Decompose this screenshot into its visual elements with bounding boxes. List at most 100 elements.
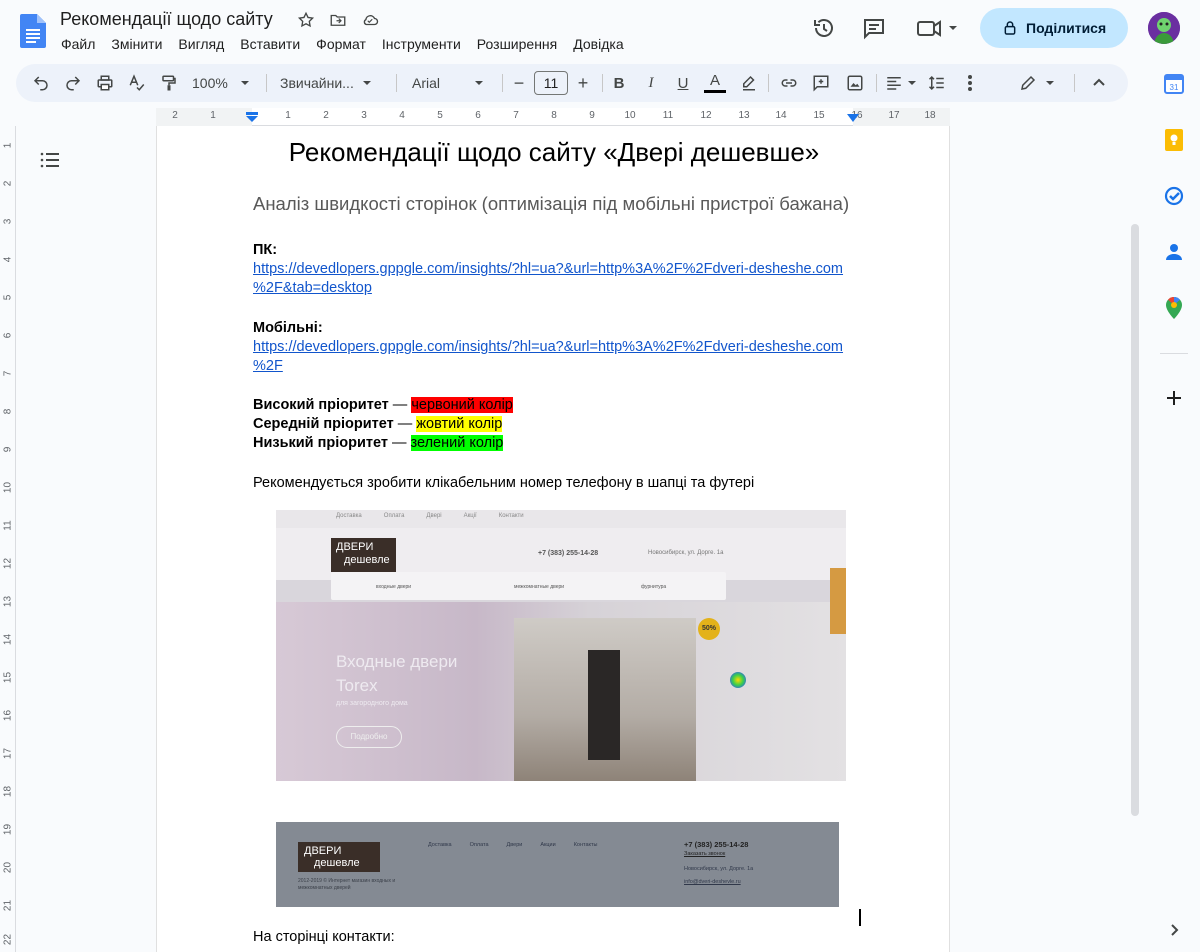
footer-email: info@dveri-deshevle.ru: [684, 879, 741, 885]
hide-side-panel-icon[interactable]: [1162, 918, 1186, 942]
ruler-tick: 1: [210, 110, 216, 121]
menu-view[interactable]: Вигляд: [178, 36, 232, 52]
document-page[interactable]: Рекомендації щодо сайту «Двері дешевше» …: [156, 126, 950, 952]
footer-address: Новосибирск, ул. Дорге. 1а: [684, 866, 754, 872]
menu-edit[interactable]: Змінити: [111, 36, 170, 52]
meet-icon[interactable]: [916, 16, 960, 40]
print-icon[interactable]: [94, 71, 116, 95]
star-icon[interactable]: [296, 10, 316, 30]
maps-icon[interactable]: [1162, 296, 1186, 320]
menu-insert[interactable]: Вставити: [240, 36, 308, 52]
add-comment-icon[interactable]: [810, 71, 832, 95]
italic-button[interactable]: I: [642, 71, 660, 95]
divider: [1160, 353, 1188, 354]
document-heading: Рекомендації щодо сайту «Двері дешевше»: [288, 137, 820, 167]
title-actions: [296, 10, 380, 30]
menu-tools[interactable]: Інструменти: [382, 36, 469, 52]
comments-icon[interactable]: [862, 16, 886, 40]
ruler-tick: 9: [2, 446, 14, 453]
vertical-ruler[interactable]: 1 2 3 4 5 6 7 8 9 10 11 12 13 14 15 16 1…: [0, 126, 16, 952]
menu-help[interactable]: Довідка: [573, 36, 631, 52]
more-options-icon[interactable]: [962, 71, 978, 95]
ruler-tick: 5: [437, 110, 443, 121]
collapse-menus-icon[interactable]: [1088, 71, 1110, 95]
font-select[interactable]: Arial: [412, 71, 492, 95]
ruler-tick: 8: [2, 408, 14, 415]
text-cursor: [859, 909, 861, 926]
bold-button[interactable]: B: [610, 71, 628, 95]
ruler-tick: 5: [2, 294, 14, 301]
pencil-icon: [1021, 75, 1036, 90]
vertical-scrollbar[interactable]: [1131, 224, 1139, 816]
screenshot-logo: ДВЕРИ дешевле: [331, 538, 396, 572]
left-indent-marker-icon[interactable]: [245, 112, 259, 124]
screenshot-nav-item: Доставка: [336, 513, 362, 519]
line-spacing-icon[interactable]: [922, 71, 952, 95]
menu-extensions[interactable]: Розширення: [477, 36, 565, 52]
ruler-tick: 18: [2, 785, 14, 798]
spellcheck-icon[interactable]: [126, 71, 148, 95]
priority-low-label: Низький пріоритет: [253, 435, 388, 451]
footer-logo: ДВЕРИ дешевле: [298, 842, 380, 872]
site-header-screenshot[interactable]: Доставка Оплата Двері Акції Контакти ДВЕ…: [276, 510, 846, 781]
priority-low-value: зелений колір: [410, 435, 504, 451]
font-size-input[interactable]: 11: [534, 71, 568, 95]
share-button[interactable]: Поділитися: [980, 8, 1128, 48]
mobile-link[interactable]: https://devedlopers.gppgle.com/insights/…: [253, 338, 843, 357]
underline-button[interactable]: U: [674, 71, 692, 95]
pc-link[interactable]: https://devedlopers.gppgle.com/insights/…: [253, 260, 843, 279]
text-color-button[interactable]: A: [704, 71, 726, 95]
ruler-tick: 16: [2, 709, 14, 722]
footer-nav: Доставка Оплата Двери Акции Контакты: [428, 842, 597, 848]
style-select[interactable]: Звичайни...: [280, 71, 384, 95]
zoom-select[interactable]: 100%: [192, 71, 256, 95]
svg-text:31: 31: [1170, 83, 1179, 92]
decrease-font-size-button[interactable]: −: [510, 71, 528, 95]
contacts-icon[interactable]: [1162, 240, 1186, 264]
increase-font-size-button[interactable]: +: [574, 71, 592, 95]
highlight-color-icon[interactable]: [738, 71, 760, 95]
priority-high-label: Високий пріоритет: [253, 397, 389, 413]
ruler-tick: 9: [589, 110, 595, 121]
app-header: Рекомендації щодо сайту Файл Змінити Виг…: [0, 0, 1200, 60]
ruler-tick: 12: [700, 110, 712, 121]
divider: [876, 74, 877, 92]
style-value: Звичайни...: [280, 75, 354, 91]
ruler-tick: 2: [323, 110, 329, 121]
calendar-icon[interactable]: 31: [1162, 72, 1186, 96]
docs-logo-icon[interactable]: [20, 14, 46, 48]
insert-image-icon[interactable]: [844, 71, 866, 95]
version-history-icon[interactable]: [812, 16, 836, 40]
screenshot-nav-item: Контакти: [498, 513, 524, 519]
move-folder-icon[interactable]: [328, 10, 348, 30]
site-footer-screenshot[interactable]: ДВЕРИ дешевле 2012-2019 © Интернет магаз…: [276, 822, 839, 907]
horizontal-ruler[interactable]: 2 1 1 2 3 4 5 6 7 8 9 10 11 12 13 14 15 …: [156, 108, 950, 126]
menu-file[interactable]: Файл: [61, 36, 103, 52]
cloud-saved-icon[interactable]: [360, 10, 380, 30]
get-addons-icon[interactable]: [1162, 386, 1186, 410]
insert-link-icon[interactable]: [778, 71, 800, 95]
screenshot-menu-item: межкомнатные двери: [514, 584, 565, 590]
editing-mode-select[interactable]: [1018, 71, 1056, 95]
undo-icon[interactable]: [30, 71, 52, 95]
document-outline-icon[interactable]: [40, 150, 60, 170]
paint-format-icon[interactable]: [158, 71, 180, 95]
ruler-tick: 8: [551, 110, 557, 121]
redo-icon[interactable]: [62, 71, 84, 95]
pc-link-continued[interactable]: %2F&tab=desktop: [253, 279, 372, 298]
chevron-down-icon: [240, 81, 249, 85]
mobile-link-continued[interactable]: %2F: [253, 357, 283, 376]
ruler-tick: 11: [662, 110, 674, 121]
lock-icon: [1004, 21, 1016, 35]
ruler-tick: 13: [738, 110, 750, 121]
document-title[interactable]: Рекомендації щодо сайту: [60, 9, 273, 30]
menu-format[interactable]: Формат: [316, 36, 374, 52]
right-indent-marker-icon[interactable]: [846, 114, 860, 124]
avatar[interactable]: [1148, 12, 1180, 44]
keep-icon[interactable]: [1162, 128, 1186, 152]
ruler-tick: 4: [2, 256, 14, 263]
align-select[interactable]: [884, 71, 918, 95]
ruler-tick: 3: [2, 218, 14, 225]
tasks-icon[interactable]: [1162, 184, 1186, 208]
ruler-tick: 20: [2, 861, 14, 874]
